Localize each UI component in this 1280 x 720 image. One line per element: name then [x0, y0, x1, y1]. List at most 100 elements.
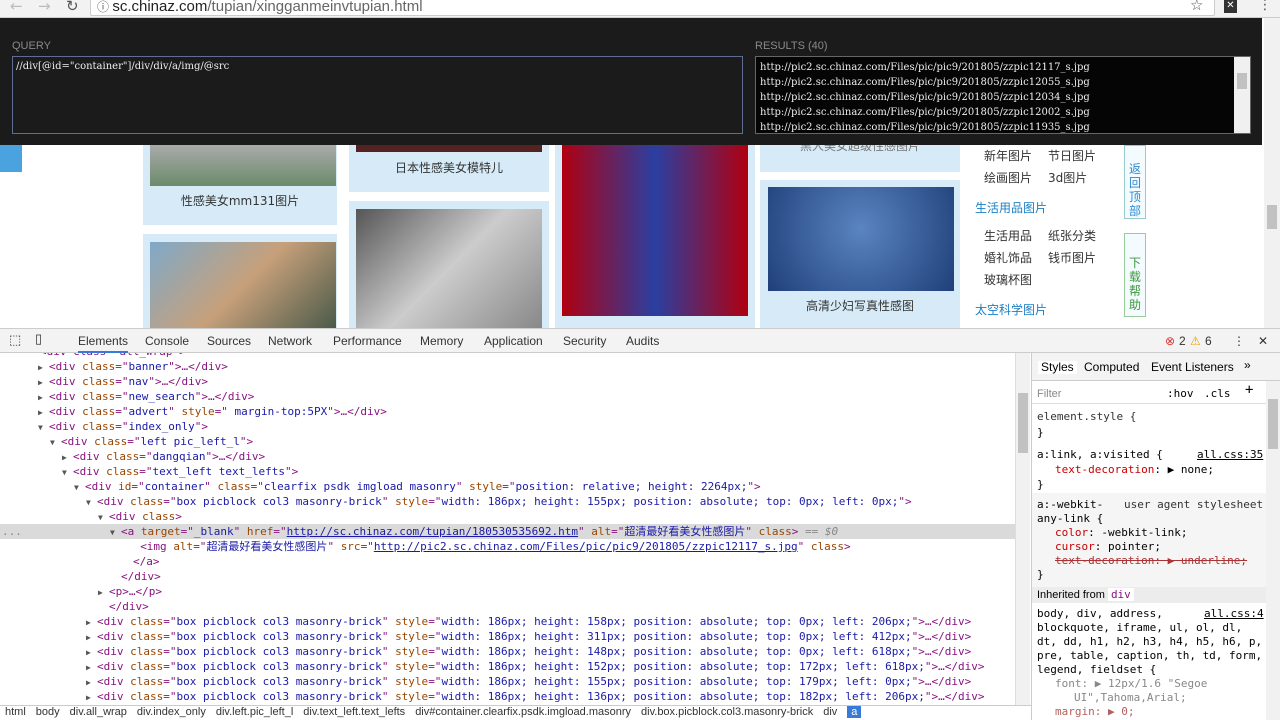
tab-event-listeners[interactable]: Event Listeners: [1151, 361, 1234, 374]
breadcrumb-item[interactable]: div.all_wrap: [70, 706, 127, 718]
scrollbar-thumb[interactable]: [1018, 393, 1028, 453]
breadcrumb-item[interactable]: div.text_left.text_lefts: [303, 706, 405, 718]
expand-arrow-icon[interactable]: ▶: [86, 660, 97, 675]
address-bar[interactable]: ⓘ sc.chinaz.com/tupian/xingganmeinvtupia…: [90, 0, 1215, 16]
inherited-tag-link[interactable]: div: [1107, 588, 1134, 601]
tab-security[interactable]: Security: [563, 334, 606, 348]
close-devtools-icon[interactable]: ✕: [1258, 334, 1268, 348]
image-thumbnail[interactable]: [150, 242, 336, 328]
tree-row[interactable]: </div>: [0, 569, 1015, 584]
tree-row[interactable]: ▶ <div class="box picblock col3 masonry-b…: [0, 674, 1015, 689]
tab-audits[interactable]: Audits: [626, 334, 659, 348]
side-tab[interactable]: [0, 145, 22, 172]
expand-arrow-icon[interactable]: ▶: [38, 375, 49, 390]
expand-arrow-icon[interactable]: ▶: [86, 645, 97, 660]
image-thumbnail[interactable]: [768, 187, 954, 291]
styles-filter-input[interactable]: Filter: [1037, 388, 1061, 401]
attr-link[interactable]: http://pic2.sc.chinaz.com/Files/pic/pic9…: [374, 540, 798, 553]
tab-memory[interactable]: Memory: [420, 334, 463, 348]
tree-row[interactable]: ▶ <div class="dangqian">…</div>: [0, 449, 1015, 464]
breadcrumb-item[interactable]: div: [823, 706, 837, 718]
collapse-arrow-icon[interactable]: ▼: [74, 480, 85, 495]
bookmark-star-icon[interactable]: ☆: [1190, 0, 1203, 14]
sidebar-link[interactable]: 3d图片: [1048, 169, 1087, 186]
image-thumbnail[interactable]: [356, 209, 542, 328]
new-rule-button[interactable]: +: [1245, 383, 1253, 397]
menu-icon[interactable]: ⋮: [1258, 0, 1272, 13]
image-caption[interactable]: 高清少妇写真性感图: [767, 297, 953, 314]
tab-performance[interactable]: Performance: [333, 334, 402, 348]
sidebar-heading[interactable]: 太空科学图片: [975, 301, 1047, 318]
collapse-arrow-icon[interactable]: ▼: [110, 525, 121, 540]
image-caption[interactable]: 日本性感美女模特儿: [356, 159, 542, 176]
image-caption[interactable]: 性感美女mm131图片: [147, 192, 333, 209]
sidebar-link[interactable]: 玻璃杯图: [984, 271, 1032, 288]
tree-row[interactable]: <img alt="超清最好看美女性感图片" src="http://pic2.…: [0, 539, 1015, 554]
back-icon[interactable]: ←: [10, 0, 23, 15]
tree-row[interactable]: ▼ <div class="text_left text_lefts">: [0, 464, 1015, 479]
tab-styles[interactable]: Styles: [1038, 361, 1077, 374]
scrollbar-thumb[interactable]: [1237, 73, 1247, 89]
expand-arrow-icon[interactable]: ▶: [98, 585, 109, 600]
page-scrollbar[interactable]: [1264, 18, 1280, 328]
expand-arrow-icon[interactable]: ▶: [86, 675, 97, 690]
breadcrumb-item[interactable]: a: [847, 706, 862, 718]
breadcrumb-item[interactable]: html: [5, 706, 26, 718]
tab-sources[interactable]: Sources: [207, 334, 251, 348]
tree-row[interactable]: ▶ <p>…</p>: [0, 584, 1015, 599]
back-to-top-button[interactable]: 返回顶部: [1124, 145, 1146, 219]
tab-computed[interactable]: Computed: [1084, 361, 1139, 374]
tree-row[interactable]: ▶ <div class="nav">…</div>: [0, 374, 1015, 389]
tree-row[interactable]: </div>: [0, 599, 1015, 614]
tree-row[interactable]: ▼ <div class="index_only">: [0, 419, 1015, 434]
image-thumbnail[interactable]: [356, 145, 542, 152]
tree-row[interactable]: ▶ <div class="box picblock col3 masonry-b…: [0, 614, 1015, 629]
rule-source-link[interactable]: all.css:35: [1197, 448, 1263, 461]
breadcrumb-item[interactable]: div#container.clearfix.psdk.imgload.maso…: [415, 706, 631, 718]
elements-scrollbar[interactable]: [1015, 353, 1030, 705]
sidebar-link[interactable]: 钱币图片: [1048, 249, 1096, 266]
warning-icon[interactable]: ⚠: [1190, 334, 1201, 348]
collapse-arrow-icon[interactable]: ▼: [50, 435, 61, 450]
tree-row[interactable]: ▼ <div class="box picblock col3 masonry-b…: [0, 494, 1015, 509]
tree-row[interactable]: ▶ <div class="box picblock col3 masonry-b…: [0, 689, 1015, 704]
more-tabs-icon[interactable]: »: [1244, 359, 1251, 372]
forward-icon[interactable]: →: [38, 0, 51, 15]
collapse-arrow-icon[interactable]: ▼: [98, 510, 109, 525]
tab-elements[interactable]: Elements: [78, 334, 129, 353]
inspect-element-icon[interactable]: ⬚: [9, 332, 21, 348]
tree-row[interactable]: ▼ <div class="left pic_left_l">: [0, 434, 1015, 449]
row-menu-icon[interactable]: ...: [2, 524, 22, 539]
cls-button[interactable]: .cls: [1204, 387, 1231, 400]
image-card[interactable]: 性感美女mm131图片: [143, 145, 337, 225]
image-card[interactable]: [349, 201, 549, 328]
image-card[interactable]: [143, 234, 337, 328]
expand-arrow-icon[interactable]: ▶: [62, 450, 73, 465]
collapse-arrow-icon[interactable]: ▼: [86, 495, 97, 510]
element-style-rule[interactable]: element.style {: [1037, 410, 1136, 423]
rule-source-link[interactable]: all.css:4: [1204, 607, 1264, 620]
sidebar-link[interactable]: 绘画图片: [984, 169, 1032, 186]
sidebar-heading[interactable]: 生活用品图片: [975, 199, 1047, 216]
collapse-arrow-icon[interactable]: ▼: [38, 420, 49, 435]
expand-arrow-icon[interactable]: ▶: [38, 405, 49, 420]
device-toolbar-icon[interactable]: ▯: [35, 331, 42, 347]
image-card[interactable]: 日本性感美女模特儿: [349, 145, 549, 192]
extension-icon[interactable]: ✕: [1224, 0, 1237, 13]
image-card[interactable]: 高清少妇写真性感图: [760, 180, 960, 328]
breadcrumb-item[interactable]: div.left.pic_left_l: [216, 706, 293, 718]
reload-icon[interactable]: ↻: [66, 0, 79, 15]
sidebar-link[interactable]: 生活用品: [984, 227, 1032, 244]
tree-row[interactable]: </a>: [0, 554, 1015, 569]
xpath-results-list[interactable]: http://pic2.sc.chinaz.com/Files/pic/pic9…: [755, 56, 1251, 134]
breadcrumb-item[interactable]: div.box.picblock.col3.masonry-brick: [641, 706, 813, 718]
devtools-menu-icon[interactable]: ⋮: [1233, 334, 1245, 348]
tree-row[interactable]: ▶ <div class="box picblock col3 masonry-b…: [0, 644, 1015, 659]
expand-arrow-icon[interactable]: ▶: [86, 690, 97, 705]
hov-button[interactable]: :hov: [1167, 387, 1194, 400]
image-thumbnail[interactable]: [150, 145, 336, 186]
expand-arrow-icon[interactable]: ▶: [38, 390, 49, 405]
download-help-button[interactable]: 下载帮助: [1124, 233, 1146, 317]
image-card[interactable]: [555, 145, 755, 328]
tab-console[interactable]: Console: [145, 334, 189, 348]
